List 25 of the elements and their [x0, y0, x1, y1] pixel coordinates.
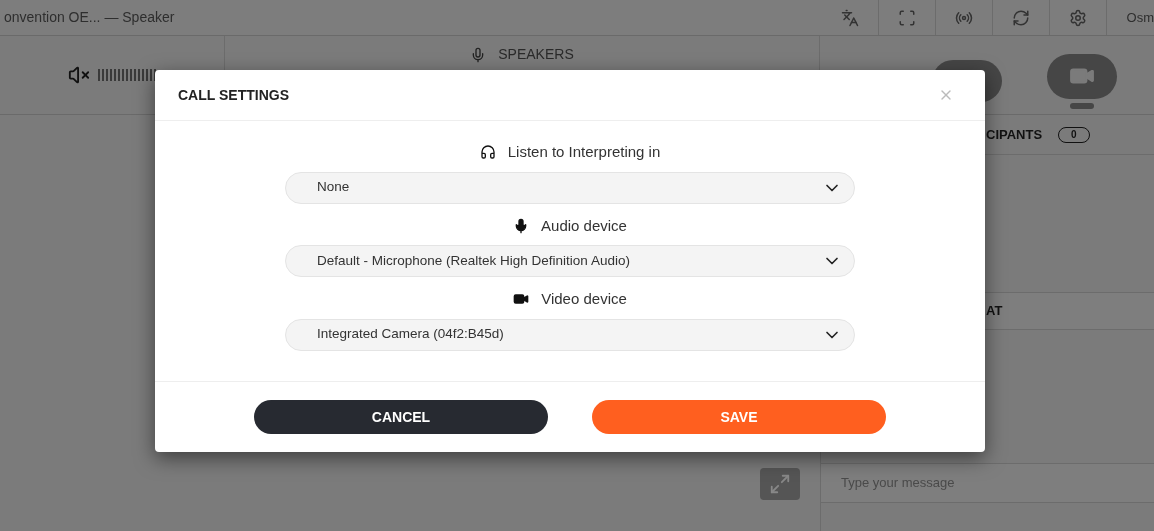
dialog-title: CALL SETTINGS — [178, 85, 289, 105]
level-meter-drawing — [98, 69, 158, 81]
expand-button[interactable] — [760, 468, 800, 500]
headphones-icon — [479, 144, 496, 161]
camera-indicator — [1070, 102, 1094, 109]
field-label: Video device — [541, 289, 627, 309]
device-select[interactable]: Default - Microphone (Realtek High Definition Audio) — [285, 245, 855, 277]
window-title: onvention OE... — Speaker — [3, 8, 175, 27]
device-select[interactable]: None — [285, 171, 855, 204]
cancel-button[interactable]: CANCEL — [254, 400, 548, 434]
field-label: Audio device — [541, 215, 627, 236]
translate-icon[interactable] — [840, 8, 859, 27]
muted-speaker-icon[interactable] — [68, 64, 90, 86]
camera-button[interactable] — [1047, 53, 1117, 99]
participants-title[interactable]: CIPANTS — [986, 124, 1043, 145]
refresh-icon[interactable] — [1011, 8, 1030, 27]
expand-icon — [769, 473, 791, 495]
fullscreen-icon[interactable] — [897, 8, 916, 27]
field-label: Listen to Interpreting in — [507, 142, 661, 162]
device-select[interactable]: Integrated Camera (04f2:B45d) — [285, 318, 855, 351]
chat-title[interactable]: AT — [986, 301, 1003, 321]
user-name[interactable]: Osm — [1106, 7, 1154, 28]
settings-icon[interactable] — [1068, 8, 1087, 27]
panel-title: SPEAKERS — [498, 45, 574, 64]
save-button[interactable]: SAVE — [592, 400, 886, 434]
